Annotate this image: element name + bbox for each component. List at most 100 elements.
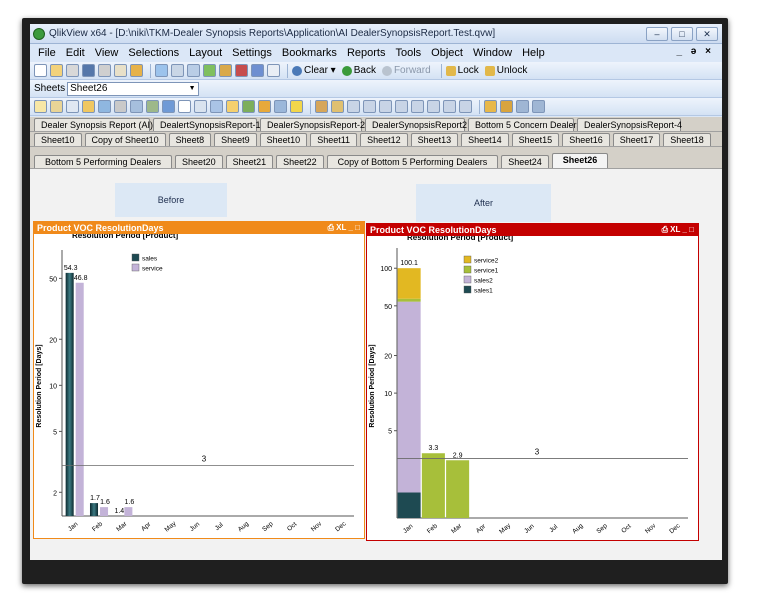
menu-tools[interactable]: Tools	[395, 47, 421, 59]
line-arrow-icon[interactable]	[242, 100, 255, 113]
tab-dealertsynopsisreport-1[interactable]: DealertSynopsisReport-1	[153, 118, 261, 131]
tab-bottom-5-performing-dealers[interactable]: Bottom 5 Performing Dealers	[34, 155, 173, 168]
align-middle-icon[interactable]	[411, 100, 424, 113]
align-right-icon[interactable]	[379, 100, 392, 113]
align-bottom-icon[interactable]	[427, 100, 440, 113]
menu-window[interactable]: Window	[473, 47, 512, 59]
minimize-button[interactable]: ‒	[646, 27, 668, 41]
menu-selections[interactable]: Selections	[128, 47, 179, 59]
print-icon[interactable]	[98, 64, 111, 77]
tab-sheet11[interactable]: Sheet11	[310, 133, 358, 146]
menu-view[interactable]: View	[95, 47, 119, 59]
tab-dealersynopsisreport-4[interactable]: DealerSynopsisReport-4	[577, 118, 682, 131]
table-box-icon[interactable]	[146, 100, 159, 113]
undo-icon[interactable]	[155, 64, 168, 77]
bookmark-object-icon[interactable]	[274, 100, 287, 113]
expression-overview-icon[interactable]	[532, 100, 545, 113]
tab-sheet16[interactable]: Sheet16	[562, 133, 610, 146]
tab-copy-of-bottom-5-performing-dealers[interactable]: Copy of Bottom 5 Performing Dealers	[326, 155, 499, 168]
edit-module-icon[interactable]	[516, 100, 529, 113]
tab-sheet20[interactable]: Sheet20	[175, 155, 223, 168]
back-button[interactable]: Back	[341, 65, 376, 76]
edit-script-icon[interactable]	[114, 64, 127, 77]
menu-bookmarks[interactable]: Bookmarks	[282, 47, 337, 59]
close-button[interactable]: ✕	[696, 27, 718, 41]
tab-bottom-5-concern-dealers[interactable]: Bottom 5 Concern Dealers	[468, 118, 581, 131]
before-chart-caption[interactable]: Product VOC ResolutionDays ⎙ XL _ □	[34, 222, 364, 234]
menu-settings[interactable]: Settings	[232, 47, 272, 59]
current-selections-icon[interactable]	[194, 100, 207, 113]
space-horizontal-icon[interactable]	[443, 100, 456, 113]
list-box-icon[interactable]	[98, 100, 111, 113]
after-chart-object[interactable]: Product VOC ResolutionDays ⎙ XL _ □ Reso…	[366, 223, 699, 541]
align-center-icon[interactable]	[363, 100, 376, 113]
tab-sheet10-b[interactable]: Sheet10	[259, 133, 308, 146]
document-window-controls[interactable]: _ ə ×	[676, 46, 714, 57]
tab-sheet14[interactable]: Sheet14	[461, 133, 509, 146]
tab-sheet10[interactable]: Sheet10	[34, 133, 82, 146]
tab-dealersynopsisreport-2[interactable]: DealerSynopsisReport-2	[260, 118, 365, 131]
tab-sheet17[interactable]: Sheet17	[612, 133, 661, 146]
clear-button[interactable]: Clear ▾	[292, 65, 336, 76]
menu-file[interactable]: File	[38, 47, 56, 59]
before-caption-controls[interactable]: ⎙ XL _ □	[328, 222, 360, 234]
tab-sheet22[interactable]: Sheet22	[276, 155, 324, 168]
tab-sheet18[interactable]: Sheet18	[663, 133, 711, 146]
demote-sheet-icon[interactable]	[82, 100, 95, 113]
search-object-icon[interactable]	[290, 100, 303, 113]
tab-dealersynopsisreport2[interactable]: DealerSynopsisReport2	[365, 118, 467, 131]
tab-sheet13[interactable]: Sheet13	[410, 133, 459, 146]
container-icon[interactable]	[315, 100, 328, 113]
open-folder-icon[interactable]	[50, 64, 63, 77]
menu-object[interactable]: Object	[431, 47, 463, 59]
before-chart-object[interactable]: Product VOC ResolutionDays ⎙ XL _ □ Reso…	[33, 221, 365, 539]
after-caption-controls[interactable]: ⎙ XL _ □	[662, 224, 694, 236]
tab-sheet15[interactable]: Sheet15	[511, 133, 560, 146]
tab-sheet21[interactable]: Sheet21	[225, 155, 274, 168]
format-painter-icon[interactable]	[484, 100, 497, 113]
menu-layout[interactable]: Layout	[189, 47, 222, 59]
input-box-icon[interactable]	[178, 100, 191, 113]
after-chart-caption[interactable]: Product VOC ResolutionDays ⎙ XL _ □	[367, 224, 698, 236]
search-icon[interactable]	[187, 64, 200, 77]
tab-sheet24[interactable]: Sheet24	[501, 155, 549, 168]
redo-icon[interactable]	[171, 64, 184, 77]
lock-button[interactable]: Lock	[445, 65, 479, 76]
menu-help[interactable]: Help	[522, 47, 545, 59]
menu-edit[interactable]: Edit	[66, 47, 85, 59]
help-icon[interactable]	[251, 64, 264, 77]
text-object-icon[interactable]	[226, 100, 239, 113]
restore-button[interactable]: □	[671, 27, 693, 41]
forward-button[interactable]: Forward	[381, 65, 431, 76]
input-field-icon[interactable]	[210, 100, 223, 113]
tab-sheet12[interactable]: Sheet12	[360, 133, 408, 146]
unlock-button[interactable]: Unlock	[484, 65, 527, 76]
chart-wizard-icon[interactable]	[219, 64, 232, 77]
table-viewer-icon[interactable]	[235, 64, 248, 77]
design-grid-icon[interactable]	[500, 100, 513, 113]
save-icon[interactable]	[82, 64, 95, 77]
new-sheet-icon[interactable]	[34, 100, 47, 113]
align-top-icon[interactable]	[395, 100, 408, 113]
new-document-icon[interactable]	[34, 64, 47, 77]
multi-box-icon[interactable]	[130, 100, 143, 113]
tab-copy-of-sheet10[interactable]: Copy of Sheet10	[84, 133, 166, 146]
sheets-dropdown[interactable]: Sheet26 ▼	[67, 81, 200, 96]
context-help-icon[interactable]	[267, 64, 280, 77]
tab-sheet9[interactable]: Sheet9	[214, 133, 257, 146]
menu-reports[interactable]: Reports	[347, 47, 386, 59]
tab-sheet26[interactable]: Sheet26	[551, 153, 609, 168]
align-left-icon[interactable]	[347, 100, 360, 113]
space-vertical-icon[interactable]	[459, 100, 472, 113]
statistics-box-icon[interactable]	[114, 100, 127, 113]
tab-sheet8[interactable]: Sheet8	[168, 133, 212, 146]
add-sheet-icon[interactable]	[50, 100, 63, 113]
promote-sheet-icon[interactable]	[66, 100, 79, 113]
slider-icon[interactable]	[258, 100, 271, 113]
custom-object-icon[interactable]	[331, 100, 344, 113]
tab-dealer-synopsis-report-ai[interactable]: Dealer Synopsis Report (AI)	[34, 118, 153, 131]
reload-icon[interactable]	[66, 64, 79, 77]
properties-icon[interactable]	[203, 64, 216, 77]
reload-data-icon[interactable]	[130, 64, 143, 77]
chart-icon[interactable]	[162, 100, 175, 113]
